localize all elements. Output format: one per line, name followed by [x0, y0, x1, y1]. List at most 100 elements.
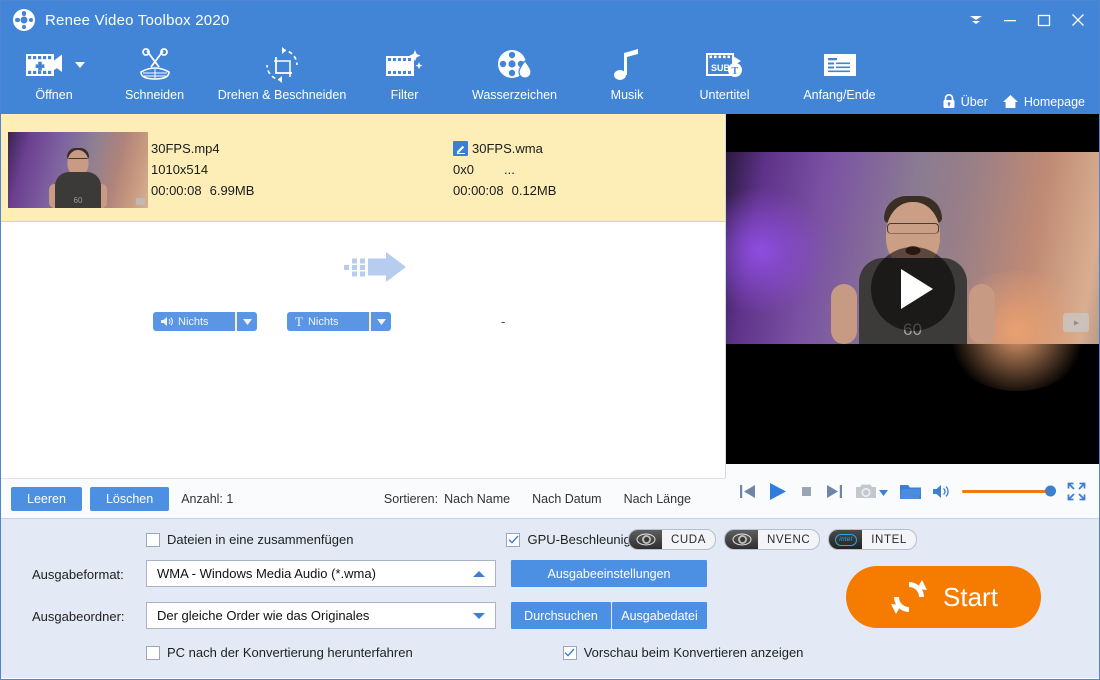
- sort-by-length[interactable]: Nach Länge: [624, 492, 691, 506]
- settings-panel: Dateien in eine zusammenfügen GPU-Beschl…: [1, 518, 1099, 678]
- output-folder-select[interactable]: Der gleiche Order wie das Originales: [146, 602, 496, 629]
- about-link[interactable]: Über: [942, 94, 988, 109]
- start-button-label: Start: [943, 581, 998, 612]
- source-file-info: 30FPS.mp4 1010x514 00:00:08 6.99MB: [151, 138, 254, 201]
- chevron-down-icon[interactable]: [879, 484, 888, 499]
- chevron-down-icon: [376, 318, 386, 325]
- source-size: 6.99MB: [209, 183, 255, 198]
- video-preview[interactable]: 60: [726, 114, 1099, 464]
- previous-button[interactable]: [739, 483, 756, 500]
- toolbar-label: Anfang/Ende: [803, 88, 876, 102]
- browse-button[interactable]: Durchsuchen: [511, 602, 611, 629]
- target-filename: 30FPS.wma: [472, 141, 543, 156]
- scissors-icon: [135, 45, 175, 85]
- toolbar-item-music[interactable]: Musik: [582, 42, 672, 102]
- refresh-cycle-icon: [891, 580, 928, 614]
- audio-track-selector[interactable]: Nichts: [153, 312, 257, 331]
- shutdown-after-checkbox[interactable]: PC nach der Konvertierung herunterfahren: [146, 645, 413, 660]
- gpu-badge-cuda[interactable]: CUDA: [628, 529, 716, 550]
- film-reel-drop-icon: [495, 45, 535, 85]
- output-format-select[interactable]: WMA - Windows Media Audio (*.wma): [146, 560, 496, 587]
- intro-outro-icon: [820, 45, 860, 85]
- subtitle-track-dropdown[interactable]: [371, 312, 391, 331]
- preview-while-converting-label: Vorschau beim Konvertieren anzeigen: [583, 645, 804, 660]
- camera-icon: [856, 484, 876, 498]
- close-button[interactable]: [1061, 5, 1095, 35]
- delete-item-button[interactable]: Löschen: [89, 486, 170, 511]
- sort-by-date[interactable]: Nach Datum: [532, 492, 601, 506]
- chevron-down-icon: [242, 318, 252, 325]
- check-icon: [508, 535, 519, 544]
- stop-button[interactable]: [799, 484, 814, 499]
- source-resolution: 1010x514: [151, 162, 209, 177]
- about-label: Über: [960, 94, 988, 109]
- collapse-ribbon-button[interactable]: [959, 5, 993, 35]
- gpu-badges: CUDA NVENC intel INTEL: [628, 529, 917, 550]
- preview-while-converting-checkbox[interactable]: Vorschau beim Konvertieren anzeigen: [562, 645, 804, 660]
- output-settings-button[interactable]: Ausgabeeinstellungen: [511, 560, 707, 587]
- open-folder-button[interactable]: [900, 483, 921, 500]
- maximize-button[interactable]: [1027, 5, 1061, 35]
- toolbar-item-rotate-crop[interactable]: Drehen & Beschneiden: [202, 42, 362, 102]
- volume-button[interactable]: [933, 484, 950, 499]
- homepage-link[interactable]: Homepage: [1002, 94, 1085, 109]
- toolbar-label: Filter: [390, 88, 419, 102]
- toolbar-item-cut[interactable]: Schneiden: [107, 42, 202, 102]
- minimize-button[interactable]: [993, 5, 1027, 35]
- start-button[interactable]: Start: [846, 566, 1041, 628]
- check-icon: [564, 648, 575, 657]
- gpu-badge-nvenc[interactable]: NVENC: [724, 529, 821, 550]
- main-toolbar: Öffnen Schneiden Drehen & Beschneiden Fi…: [1, 39, 1099, 114]
- file-list-toolbar: Leeren Löschen Anzahl: 1 Sortieren: Nach…: [1, 478, 726, 518]
- title-bar: Renee Video Toolbox 2020: [1, 1, 1099, 39]
- merge-files-checkbox[interactable]: Dateien in eine zusammenfügen: [146, 532, 353, 547]
- target-duration: 00:00:08: [453, 183, 504, 198]
- volume-slider[interactable]: [962, 485, 1056, 497]
- tv-logo-icon: [1063, 313, 1089, 332]
- gpu-badge-intel[interactable]: intel INTEL: [828, 529, 917, 550]
- fullscreen-button[interactable]: [1067, 482, 1086, 501]
- toolbar-label: Wasserzeichen: [472, 88, 557, 102]
- volume-slider-knob[interactable]: [1045, 485, 1056, 497]
- sort-controls: Sortieren: Nach Name Nach Datum Nach Län…: [384, 492, 716, 506]
- music-note-icon: [611, 45, 643, 85]
- sort-by-name[interactable]: Nach Name: [444, 492, 510, 506]
- play-overlay-button[interactable]: [870, 247, 955, 331]
- toolbar-item-intro-outro[interactable]: Anfang/Ende: [777, 42, 902, 102]
- source-filename: 30FPS.mp4: [151, 141, 220, 156]
- gpu-badge-label: CUDA: [671, 533, 706, 546]
- settings-checkbox-row-2: PC nach der Konvertierung herunterfahren…: [146, 645, 803, 660]
- player-controls: [726, 464, 1099, 518]
- toolbar-item-filter[interactable]: Filter: [362, 42, 447, 102]
- folder-icon: [900, 484, 921, 499]
- play-button[interactable]: [768, 482, 787, 501]
- toolbar-item-watermark[interactable]: Wasserzeichen: [447, 42, 582, 102]
- toolbar-item-subtitle[interactable]: SUB T Untertitel: [672, 42, 777, 102]
- shutdown-after-label: PC nach der Konvertierung herunterfahren: [167, 645, 413, 660]
- clear-list-button[interactable]: Leeren: [11, 486, 82, 511]
- next-button[interactable]: [826, 483, 843, 500]
- subtitle-track-label: Nichts: [307, 315, 339, 328]
- subtitle-sub-t-icon: SUB T: [704, 45, 746, 85]
- toolbar-label: Untertitel: [699, 88, 750, 102]
- window-controls: [959, 1, 1095, 39]
- homepage-label: Homepage: [1023, 94, 1085, 109]
- film-sparkle-icon: [384, 45, 426, 85]
- toolbar-label: Drehen & Beschneiden: [217, 88, 347, 102]
- snapshot-button[interactable]: [855, 482, 888, 500]
- target-extra: ...: [503, 162, 515, 177]
- toolbar-label: Musik: [610, 88, 644, 102]
- output-folder-value: Der gleiche Order wie das Originales: [157, 608, 370, 623]
- file-list-row[interactable]: 60 30FPS.mp4 1010x514 00:00:08 6.99MB 30…: [1, 114, 725, 331]
- target-size: 0.12MB: [511, 183, 557, 198]
- audio-track-dropdown[interactable]: [237, 312, 257, 331]
- output-folder-label: Ausgabeordner:: [32, 609, 125, 624]
- target-resolution: 0x0: [453, 162, 474, 177]
- nvidia-eye-icon: [725, 530, 758, 549]
- subtitle-track-selector[interactable]: T Nichts: [287, 312, 391, 331]
- add-film-icon: [24, 45, 85, 85]
- pencil-edit-icon[interactable]: [453, 141, 468, 156]
- output-file-button[interactable]: Ausgabedatei: [612, 602, 707, 629]
- toolbar-item-open[interactable]: Öffnen: [1, 42, 107, 102]
- lock-icon: [943, 94, 955, 108]
